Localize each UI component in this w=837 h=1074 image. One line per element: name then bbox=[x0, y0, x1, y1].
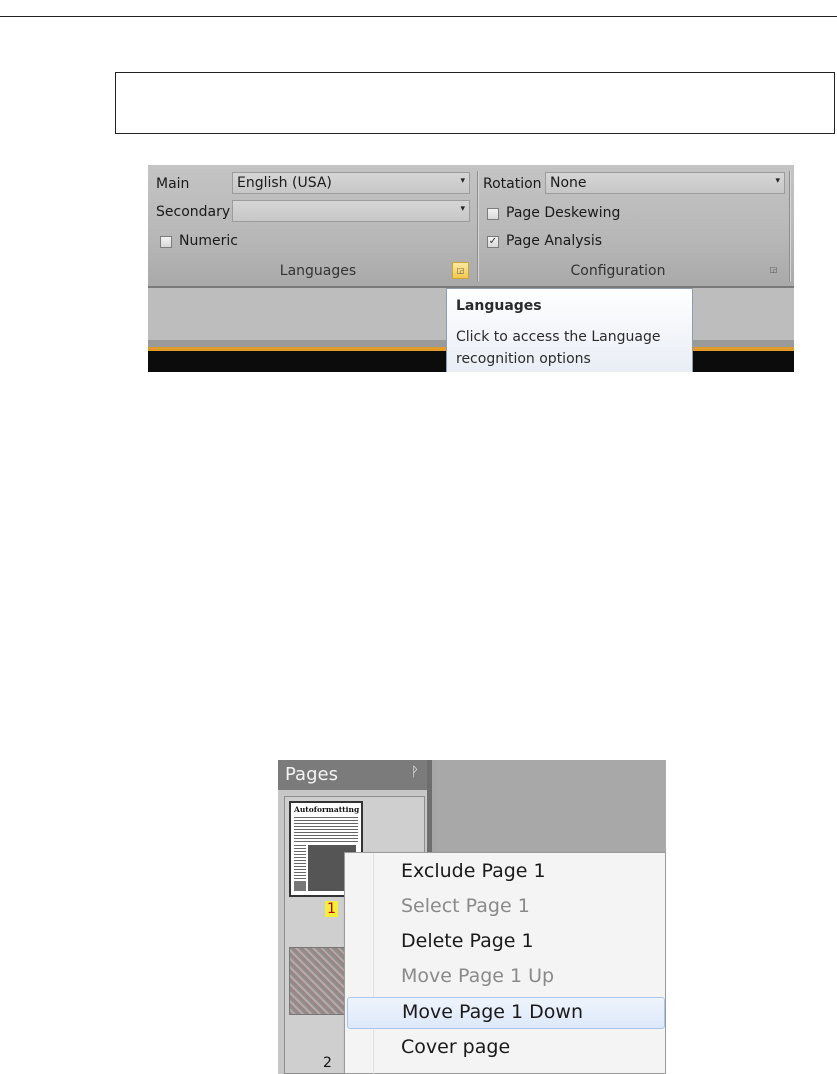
menu-item-delete-page[interactable]: Delete Page 1 bbox=[347, 927, 665, 959]
menu-item-move-page-up[interactable]: Move Page 1 Up bbox=[347, 962, 665, 994]
top-rule bbox=[0, 16, 837, 17]
group-separator bbox=[789, 171, 790, 281]
rotation-value: None bbox=[550, 175, 587, 191]
page-number-2: 2 bbox=[323, 1055, 332, 1071]
secondary-language-combo[interactable]: ▾ bbox=[232, 200, 470, 222]
ribbon-screenshot: Main English (USA) ▾ Secondary ▾ Numeric… bbox=[148, 165, 794, 372]
tooltip-title: Languages bbox=[456, 298, 542, 314]
page-deskewing-checkbox[interactable] bbox=[487, 208, 499, 220]
configuration-group-title: Configuration bbox=[570, 263, 666, 279]
page-deskewing-label: Page Deskewing bbox=[506, 205, 621, 221]
thumbnail-text-column bbox=[294, 845, 306, 879]
menu-item-label: Move Page 1 Up bbox=[401, 965, 555, 987]
secondary-language-label: Secondary bbox=[156, 204, 231, 220]
menu-item-move-page-down[interactable]: Move Page 1 Down bbox=[347, 997, 665, 1029]
languages-group-title: Languages bbox=[279, 263, 357, 279]
numeric-checkbox[interactable] bbox=[160, 236, 172, 248]
rotation-label: Rotation bbox=[483, 176, 542, 192]
pages-panel-screenshot: Pages ᚹ Autoformatting 1 2 Exclude Page … bbox=[278, 760, 666, 1074]
main-language-label: Main bbox=[156, 176, 190, 192]
tooltip-body: Click to access the Language recognition… bbox=[456, 329, 661, 367]
menu-item-label: Select Page 1 bbox=[401, 895, 530, 917]
menu-item-select-page[interactable]: Select Page 1 bbox=[347, 892, 665, 924]
page-context-menu: Exclude Page 1 Select Page 1 Delete Page… bbox=[344, 852, 666, 1074]
ribbon: Main English (USA) ▾ Secondary ▾ Numeric… bbox=[148, 165, 794, 287]
menu-item-cover-page[interactable]: Cover page bbox=[347, 1033, 665, 1065]
thumbnail-heading: Autoformatting bbox=[294, 805, 360, 814]
languages-dialog-launcher-icon[interactable]: ◲ bbox=[452, 262, 469, 279]
page-analysis-label: Page Analysis bbox=[506, 233, 603, 249]
menu-item-label: Move Page 1 Down bbox=[402, 1001, 583, 1023]
menu-item-label: Delete Page 1 bbox=[401, 930, 534, 952]
pin-icon[interactable]: ᚹ bbox=[411, 765, 419, 780]
empty-frame bbox=[115, 72, 835, 134]
chevron-down-icon: ▾ bbox=[460, 176, 465, 186]
menu-item-label: Exclude Page 1 bbox=[401, 860, 546, 882]
configuration-dialog-launcher-icon[interactable]: ◲ bbox=[765, 262, 782, 279]
main-language-value: English (USA) bbox=[237, 175, 332, 191]
menu-item-exclude-page[interactable]: Exclude Page 1 bbox=[347, 857, 665, 889]
numeric-label: Numeric bbox=[179, 233, 238, 249]
pages-panel-title: Pages bbox=[285, 764, 338, 785]
group-separator bbox=[477, 171, 478, 281]
chevron-down-icon: ▾ bbox=[460, 204, 465, 214]
thumbnail-image bbox=[294, 881, 306, 891]
chevron-down-icon: ▾ bbox=[775, 176, 780, 186]
menu-item-label: Cover page bbox=[401, 1036, 511, 1058]
thumbnail-text-lines bbox=[294, 817, 358, 843]
main-language-combo[interactable]: English (USA) ▾ bbox=[232, 172, 470, 194]
languages-tooltip: Languages Click to access the Language r… bbox=[446, 288, 693, 372]
page-number-1: 1 bbox=[325, 901, 338, 917]
pages-panel-header: Pages ᚹ bbox=[278, 760, 427, 790]
rotation-combo[interactable]: None ▾ bbox=[545, 172, 785, 194]
page-analysis-checkbox[interactable]: ✓ bbox=[487, 236, 499, 248]
